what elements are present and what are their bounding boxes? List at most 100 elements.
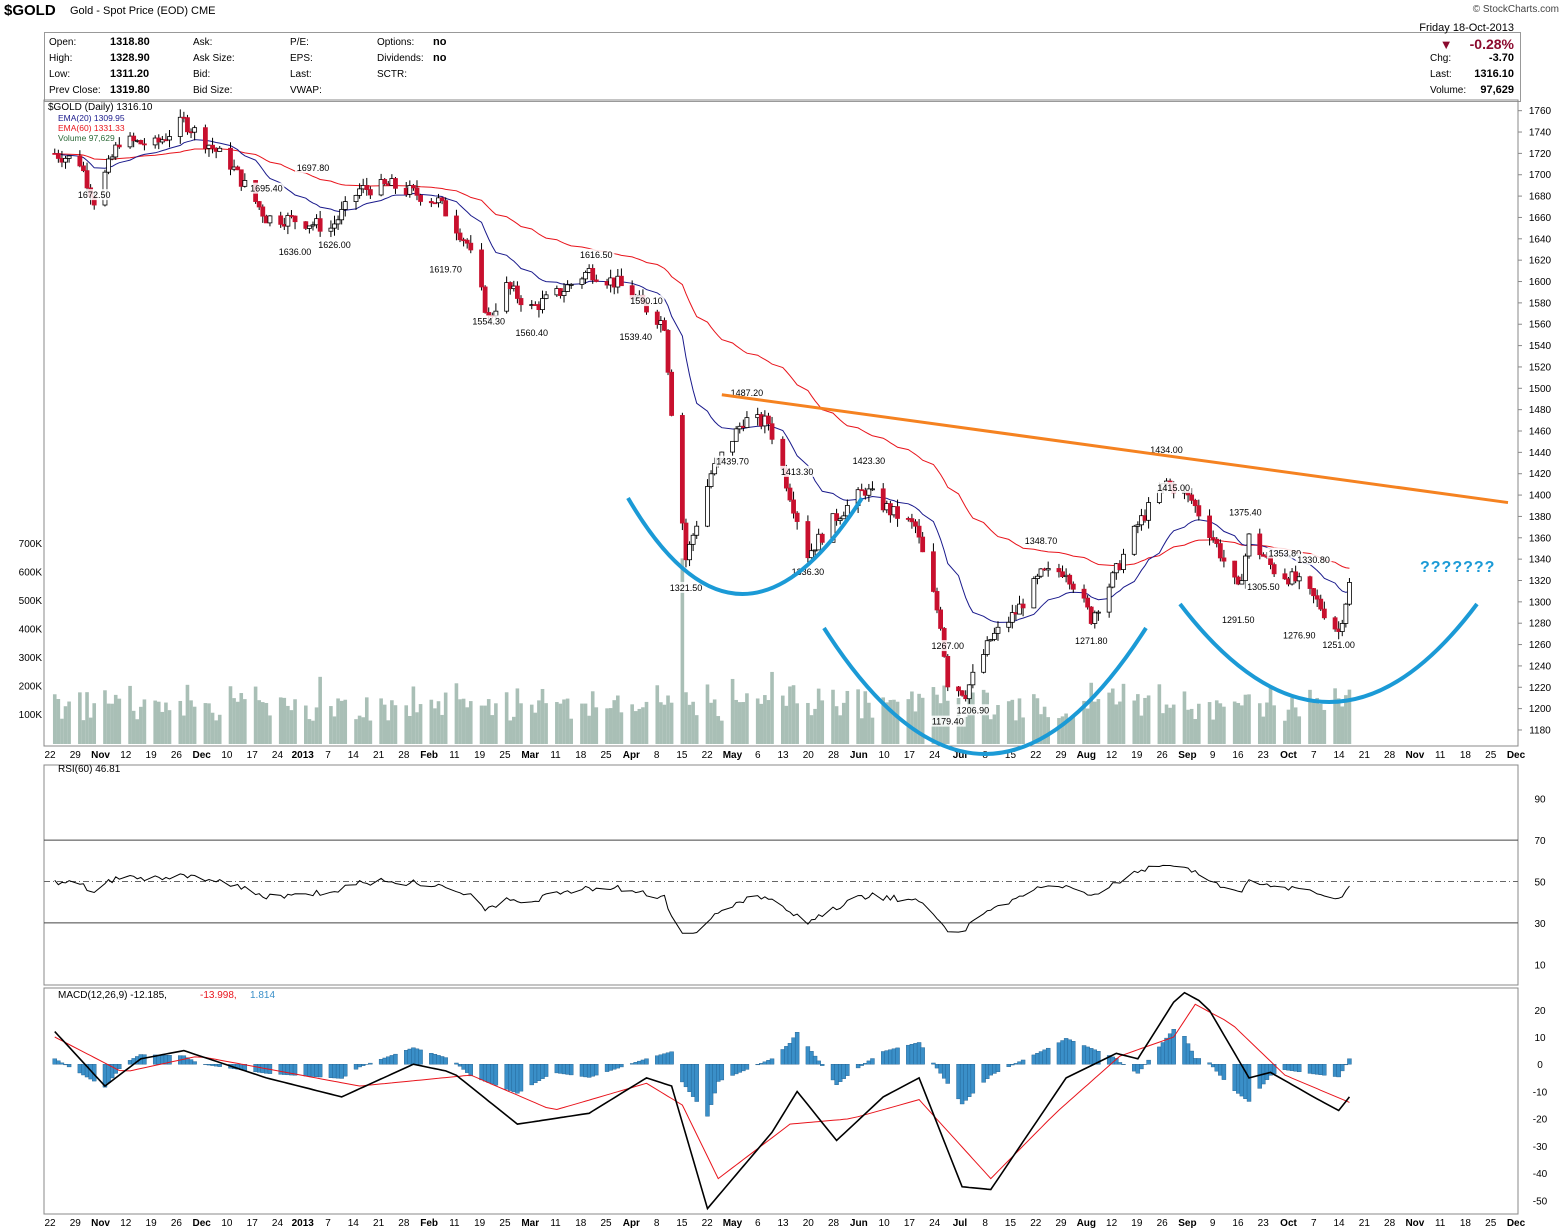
x-tick-label: 19	[146, 1218, 158, 1229]
candle-body	[353, 194, 359, 202]
candle-body	[518, 298, 524, 306]
x-tick-label: 24	[272, 750, 284, 761]
price-label: 1276.90	[1281, 629, 1318, 641]
candle-body	[780, 438, 786, 470]
volume-bar	[985, 692, 990, 744]
x-tick-label: 28	[1384, 750, 1396, 761]
volume-bar	[454, 683, 459, 744]
x-tick-label: 6	[755, 750, 761, 761]
macd-legend-main: MACD(12,26,9) -12.185,	[58, 990, 167, 1001]
volume-bar	[687, 704, 692, 744]
volume-bar	[189, 700, 193, 744]
candle-body	[116, 144, 122, 148]
macd-histogram-bar	[895, 1047, 900, 1065]
volume-bar	[1218, 703, 1223, 744]
x-tick-label: 22	[702, 750, 714, 761]
volume-bar	[1060, 716, 1065, 744]
volume-bar	[867, 702, 871, 744]
candle-body	[981, 654, 987, 673]
volume-bar	[1293, 707, 1298, 744]
candle-body	[1214, 538, 1220, 544]
volume-bar	[1164, 704, 1169, 744]
price-label: 1415.00	[1155, 482, 1192, 494]
volume-bar	[92, 703, 97, 744]
macd-histogram-bar	[619, 1064, 624, 1068]
volume-bar	[354, 719, 358, 744]
candle-body	[920, 536, 926, 553]
price-label-text: 1267.00	[931, 641, 964, 651]
volume-bar	[1197, 703, 1201, 744]
candle-body	[791, 499, 796, 514]
volume-bar	[461, 698, 466, 744]
volume-bar	[232, 698, 236, 744]
x-tick-label: 23	[1258, 1218, 1270, 1229]
panel-frame	[43, 987, 1519, 1215]
volume-bar	[128, 685, 132, 744]
x-tick-label: 15	[676, 750, 688, 761]
candle-body	[1243, 555, 1248, 582]
volume-bar	[1132, 700, 1137, 744]
x-tick-label: 25	[601, 1218, 613, 1229]
volume-bar	[508, 720, 513, 744]
candle-body	[1246, 533, 1252, 557]
volume-bar	[239, 693, 244, 744]
volume-bar	[178, 700, 183, 744]
price-label: 1697.80	[294, 162, 331, 174]
macd-histogram-bar	[744, 1064, 750, 1070]
macd-histogram-bar	[719, 1064, 725, 1081]
volume-bar	[841, 702, 846, 744]
candle-body	[1347, 582, 1352, 605]
price-label: 1554.30	[470, 315, 507, 327]
x-tick-label: 15	[676, 1218, 688, 1229]
x-tick-label: May	[723, 750, 743, 761]
panel-frame	[43, 99, 1519, 747]
volume-bar	[1211, 719, 1215, 744]
candle-body	[1307, 576, 1313, 589]
volume-bar	[558, 703, 563, 744]
volume-bar	[368, 720, 373, 744]
y-tick-label: 1720	[1529, 149, 1552, 160]
volume-bar	[214, 720, 218, 744]
x-tick-label: 29	[70, 1218, 82, 1229]
candle-body	[235, 166, 241, 171]
volume-bar	[1193, 719, 1198, 744]
ema20-line	[54, 139, 1350, 623]
volume-bar	[253, 686, 258, 744]
y-tick-label: 1660	[1529, 213, 1552, 224]
x-tick-label: Nov	[91, 750, 110, 761]
volume-bar	[1290, 697, 1294, 744]
candle-body	[794, 512, 800, 522]
candle-body	[339, 209, 345, 221]
candle-body	[938, 609, 943, 629]
macd-histogram-bar	[845, 1064, 850, 1076]
price-label: 1619.70	[427, 263, 464, 275]
volume-bar	[1161, 713, 1165, 744]
y-tick-label: 1680	[1529, 192, 1552, 203]
candle-body	[540, 298, 545, 311]
macd-histogram-bar	[1196, 1058, 1202, 1065]
x-tick-label: 6	[755, 1218, 761, 1229]
candle-body	[766, 415, 771, 425]
volume-bar	[81, 720, 86, 744]
volume-bar	[745, 693, 749, 744]
rsi-tick-label: 90	[1534, 795, 1546, 806]
volume-bar	[845, 690, 850, 744]
price-label-text: 1619.70	[429, 264, 462, 274]
volume-bar	[278, 697, 283, 744]
volume-bar	[1010, 699, 1015, 744]
volume-bar	[311, 720, 315, 744]
candle-body	[464, 239, 470, 244]
price-label-text: 1179.40	[932, 717, 964, 727]
volume-bar	[537, 700, 541, 744]
volume-bar	[1286, 709, 1291, 744]
volume-bar	[737, 702, 742, 744]
candle-body	[1257, 533, 1263, 556]
volume-bar	[633, 711, 638, 744]
volume-bar	[56, 699, 61, 744]
candle-body	[1207, 515, 1212, 538]
x-tick-label: 2013	[292, 1218, 315, 1229]
volume-bar	[386, 720, 391, 744]
macd-tick-label: -50	[1533, 1196, 1548, 1207]
volume-bar	[1035, 698, 1040, 744]
volume-bar	[1021, 717, 1025, 744]
